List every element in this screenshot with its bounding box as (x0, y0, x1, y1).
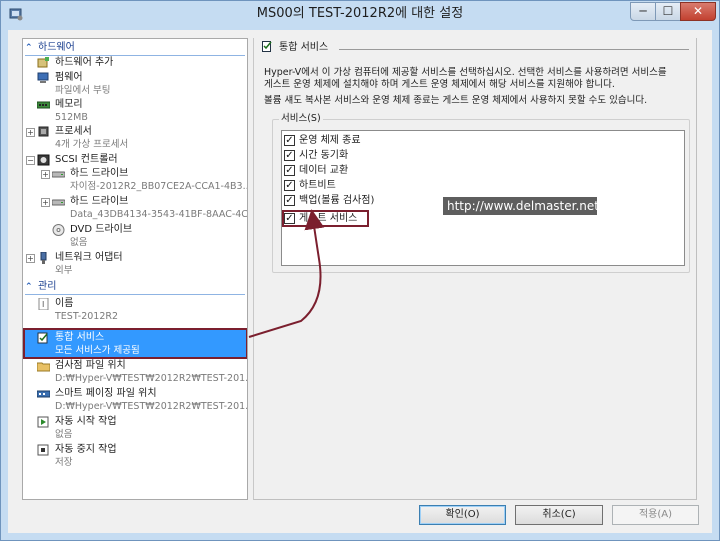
annotation-arrow (248, 209, 325, 338)
watermark-text: http://www.delmaster.net (443, 197, 599, 215)
settings-window: MS00의 TEST-2012R2에 대한 설정 ─ ☐ ✕ ⌃ 하드웨어 하드웨… (0, 0, 720, 541)
